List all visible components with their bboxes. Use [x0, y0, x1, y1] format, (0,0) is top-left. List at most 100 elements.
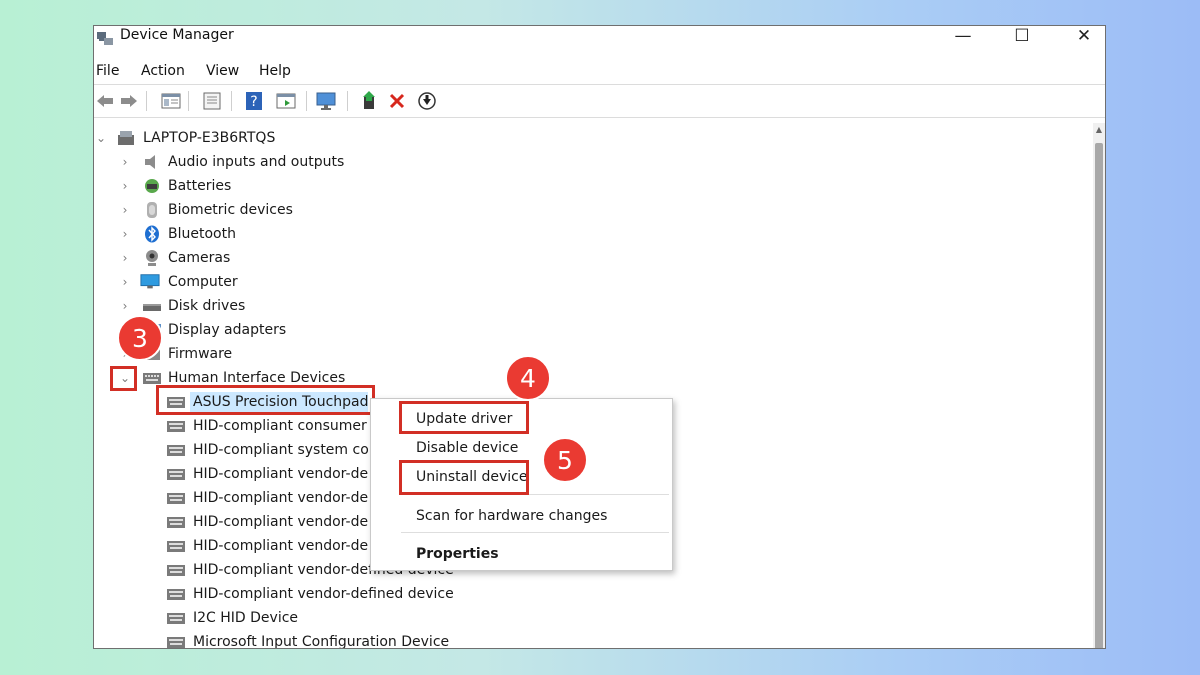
- menu-scan-hardware[interactable]: Scan for hardware changes: [416, 506, 607, 526]
- expand-chevron-icon[interactable]: ›: [118, 201, 132, 219]
- hid-device-icon: [167, 613, 185, 624]
- device-label: Microsoft Input Configuration Device: [193, 634, 450, 649]
- expand-chevron-icon[interactable]: ›: [118, 153, 132, 171]
- back-button[interactable]: [94, 89, 116, 113]
- toolbar-separator: [231, 91, 232, 111]
- device-row[interactable]: I2C HID Device: [94, 606, 1094, 630]
- properties-toolbar-button[interactable]: [201, 89, 223, 113]
- help-icon: ?: [246, 92, 262, 110]
- highlight-touchpad: [156, 385, 375, 415]
- category-row-display-adapters[interactable]: › Display adapters: [94, 318, 1094, 342]
- menu-view[interactable]: View: [206, 59, 239, 83]
- device-row[interactable]: Microsoft Input Configuration Device: [94, 630, 1094, 649]
- step-badge-3: 3: [117, 315, 163, 361]
- toolbar: ?: [94, 87, 1105, 115]
- category-row-firmware[interactable]: › Firmware: [94, 342, 1094, 366]
- device-label: HID-compliant vendor-de: [193, 490, 369, 506]
- category-label: Batteries: [168, 178, 232, 194]
- help-toolbar-button[interactable]: ?: [243, 89, 265, 113]
- step-badge-4: 4: [505, 355, 551, 401]
- expand-chevron-icon[interactable]: ›: [118, 177, 132, 195]
- action-pane-button[interactable]: [275, 89, 297, 113]
- close-icon: ✕: [1076, 26, 1092, 46]
- menu-disable-device[interactable]: Disable device: [416, 438, 518, 458]
- category-label: Biometric devices: [168, 202, 293, 218]
- device-label: HID-compliant vendor-de: [193, 514, 369, 530]
- scroll-thumb[interactable]: [1095, 143, 1103, 648]
- forward-button[interactable]: [118, 89, 140, 113]
- disk-drive-icon: [143, 304, 161, 311]
- collapse-chevron-icon[interactable]: ⌄: [94, 129, 108, 147]
- hid-device-icon: [167, 589, 185, 600]
- expand-chevron-icon[interactable]: ›: [118, 273, 132, 291]
- menu-divider: [94, 84, 1105, 85]
- expand-chevron-icon[interactable]: ›: [118, 225, 132, 243]
- hid-device-icon: [167, 637, 185, 648]
- properties-icon: [203, 92, 221, 110]
- battery-icon: [145, 179, 159, 193]
- device-row[interactable]: HID-compliant vendor-defined device: [94, 582, 1094, 606]
- category-label: Computer: [168, 274, 238, 290]
- highlight-hid-chevron: [110, 366, 137, 391]
- forward-icon: [121, 95, 137, 107]
- category-row-bluetooth[interactable]: › Bluetooth: [94, 222, 1094, 246]
- menu-bar: File Action View Help: [94, 59, 1105, 83]
- category-label: Firmware: [168, 346, 233, 362]
- minimize-button[interactable]: —: [948, 26, 978, 46]
- expand-chevron-icon[interactable]: ›: [118, 297, 132, 315]
- device-label: HID-compliant vendor-de: [193, 466, 369, 482]
- hid-device-icon: [167, 517, 185, 528]
- menu-properties[interactable]: Properties: [416, 544, 499, 564]
- hid-device-icon: [167, 469, 185, 480]
- category-row-computer[interactable]: › Computer: [94, 270, 1094, 294]
- minimize-icon: —: [954, 26, 972, 46]
- step-number: 4: [520, 363, 536, 393]
- expand-chevron-icon[interactable]: ›: [118, 249, 132, 267]
- back-icon: [97, 95, 113, 107]
- uninstall-toolbar-button[interactable]: [386, 89, 408, 113]
- vertical-scrollbar[interactable]: ▲: [1093, 123, 1105, 648]
- action-pane-icon: [276, 93, 296, 109]
- hid-device-icon: [167, 565, 185, 576]
- step-number: 3: [132, 323, 148, 353]
- maximize-button[interactable]: ☐: [1007, 26, 1037, 46]
- category-row-cameras[interactable]: › Cameras: [94, 246, 1094, 270]
- toolbar-separator: [188, 91, 189, 111]
- category-label: Bluetooth: [168, 226, 236, 242]
- svg-text:?: ?: [250, 94, 257, 110]
- scroll-up-arrow-icon[interactable]: ▲: [1093, 123, 1105, 137]
- step-badge-5: 5: [542, 437, 588, 483]
- monitor-icon: [140, 274, 160, 289]
- monitor-button[interactable]: [315, 89, 337, 113]
- category-row-disk-drives[interactable]: › Disk drives: [94, 294, 1094, 318]
- category-row-biometric[interactable]: › Biometric devices: [94, 198, 1094, 222]
- menu-file[interactable]: File: [96, 59, 119, 83]
- highlight-uninstall-device: [399, 460, 529, 495]
- fingerprint-icon: [147, 202, 157, 218]
- update-driver-toolbar-button[interactable]: [359, 89, 381, 113]
- window-title: Device Manager: [120, 27, 234, 43]
- show-hide-console-tree-button[interactable]: [160, 89, 182, 113]
- hid-device-icon: [167, 541, 185, 552]
- menu-action[interactable]: Action: [141, 59, 185, 83]
- hid-device-icon: [167, 421, 185, 432]
- uninstall-icon: [389, 93, 405, 109]
- speaker-icon: [145, 155, 155, 169]
- title-bar: Device Manager — ☐ ✕: [94, 26, 1105, 54]
- menu-help[interactable]: Help: [259, 59, 291, 83]
- step-number: 5: [557, 445, 573, 475]
- toolbar-separator: [306, 91, 307, 111]
- device-label: I2C HID Device: [193, 610, 299, 626]
- category-row-audio[interactable]: › Audio inputs and outputs: [94, 150, 1094, 174]
- device-label: HID-compliant consumer: [193, 418, 367, 434]
- category-label: Display adapters: [168, 322, 287, 338]
- close-button[interactable]: ✕: [1069, 26, 1099, 46]
- computer-icon: [118, 131, 134, 145]
- maximize-icon: ☐: [1014, 26, 1030, 46]
- tree-root-row[interactable]: ⌄ LAPTOP-E3B6RTQS: [94, 126, 1094, 150]
- category-label: Audio inputs and outputs: [168, 154, 345, 170]
- category-label: Cameras: [168, 250, 231, 266]
- update-driver-icon: [363, 91, 375, 109]
- category-row-batteries[interactable]: › Batteries: [94, 174, 1094, 198]
- scan-hardware-toolbar-button[interactable]: [416, 89, 438, 113]
